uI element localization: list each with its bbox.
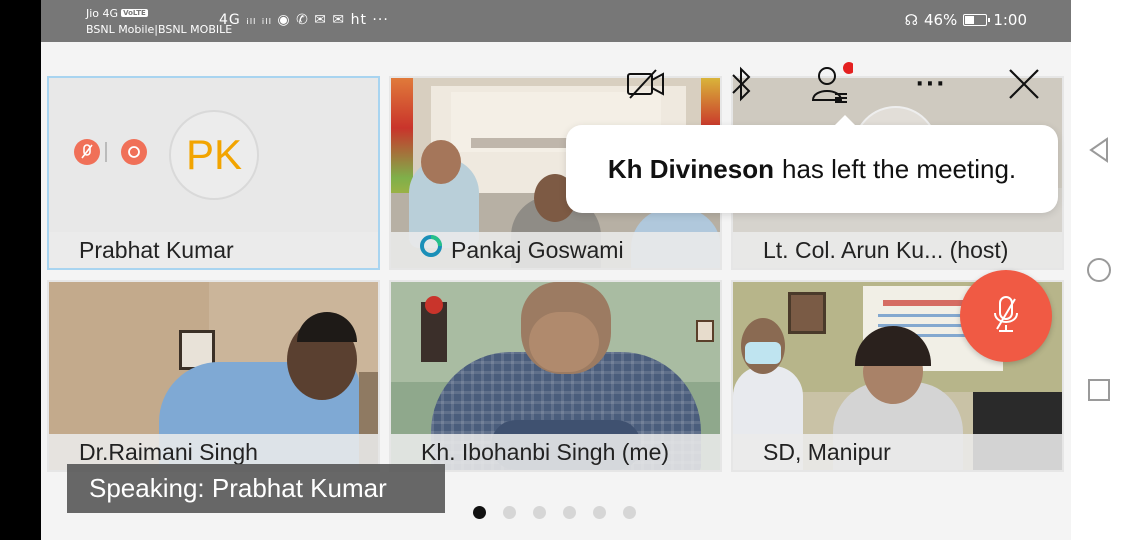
participant-name-row: Pankaj Goswami bbox=[391, 232, 720, 268]
battery-percent: 46% bbox=[923, 11, 958, 29]
meeting-stage: Jio 4G VoLTE BSNL Mobile|BSNL MOBILE 4G ᵢ… bbox=[41, 0, 1071, 540]
more-options-button[interactable]: ··· bbox=[906, 56, 956, 112]
android-nav-bar bbox=[1071, 0, 1128, 540]
page-dot[interactable] bbox=[593, 506, 606, 519]
back-nav-icon[interactable] bbox=[1085, 136, 1113, 164]
video-off-icon[interactable] bbox=[621, 56, 671, 112]
speaking-banner: Speaking: Prabhat Kumar bbox=[67, 464, 445, 513]
volte-badge: VoLTE bbox=[121, 9, 148, 17]
status-right: ☊ 46% 1:00 bbox=[905, 11, 1027, 29]
carrier-line1: Jio 4G VoLTE bbox=[86, 7, 148, 20]
participant-name: Prabhat Kumar bbox=[49, 232, 378, 268]
carrier-line2: BSNL Mobile|BSNL MOBILE bbox=[86, 23, 233, 36]
page-dot[interactable] bbox=[563, 506, 576, 519]
participant-name: SD, Manipur bbox=[733, 434, 1062, 470]
teal-ring-icon bbox=[419, 232, 443, 268]
recents-nav-icon[interactable] bbox=[1085, 376, 1113, 404]
page-dot[interactable] bbox=[533, 506, 546, 519]
video-tile-ibohanbi-singh-me[interactable]: Kh. Ibohanbi Singh (me) bbox=[389, 280, 722, 472]
video-tile-prabhat-kumar[interactable]: PK Prabhat Kumar bbox=[47, 76, 380, 270]
headset-icon: ☊ bbox=[904, 11, 918, 29]
avatar-initials: PK bbox=[169, 110, 259, 200]
page-dot[interactable] bbox=[503, 506, 516, 519]
page-dot[interactable] bbox=[473, 506, 486, 519]
left-edge-bar bbox=[0, 0, 41, 540]
page-dot[interactable] bbox=[623, 506, 636, 519]
participants-icon[interactable] bbox=[806, 56, 856, 112]
status-bar: Jio 4G VoLTE BSNL Mobile|BSNL MOBILE 4G ᵢ… bbox=[41, 0, 1071, 42]
unmute-mic-button[interactable] bbox=[960, 270, 1052, 362]
indicator-divider bbox=[105, 142, 107, 162]
toast-name: Kh Divineson bbox=[607, 153, 774, 184]
close-icon[interactable] bbox=[999, 56, 1049, 112]
participant-name: Lt. Col. Arun Ku... (host) bbox=[733, 232, 1062, 268]
mic-off-icon bbox=[989, 293, 1023, 339]
clock: 1:00 bbox=[993, 11, 1027, 29]
meeting-controls: ··· bbox=[601, 56, 1051, 116]
participant-name: Pankaj Goswami bbox=[451, 237, 624, 263]
toast-message: has left the meeting. bbox=[782, 153, 1017, 184]
video-off-indicator-icon bbox=[121, 139, 147, 165]
bluetooth-icon[interactable] bbox=[716, 56, 766, 112]
video-tile-raimani-singh[interactable]: Dr.Raimani Singh bbox=[47, 280, 380, 472]
left-meeting-toast: Kh Divineson has left the meeting. bbox=[566, 115, 1058, 213]
muted-mic-icon bbox=[74, 139, 100, 165]
home-nav-icon[interactable] bbox=[1085, 256, 1113, 284]
notification-icons: 4G ᵢₗₗ ᵢₗₗ ◉ ✆ ✉ ✉ ht ··· bbox=[219, 12, 389, 28]
page-indicator bbox=[473, 506, 636, 519]
battery-icon bbox=[963, 14, 991, 26]
